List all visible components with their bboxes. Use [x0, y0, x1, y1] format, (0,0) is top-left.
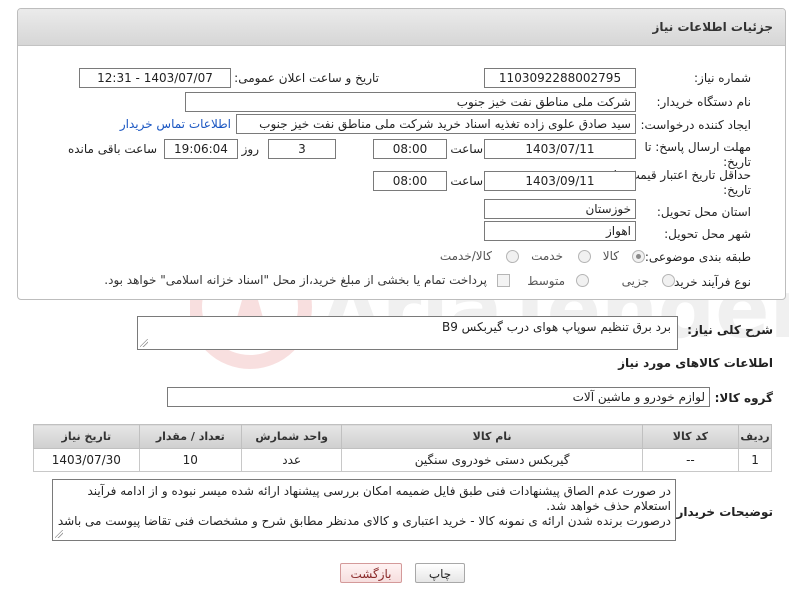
summary-text: برد برق تنظیم سوپاپ هوای درب گیربکس B9 [441, 320, 671, 334]
process-medium-label: متوسط [527, 274, 565, 288]
col-date: تاریخ نیاز [33, 424, 140, 449]
back-button[interactable]: بازگشت [340, 563, 402, 583]
buyer-label: نام دستگاه خریدار: [656, 95, 752, 109]
process-minor-label: جزیی [621, 274, 649, 288]
print-button[interactable]: چاپ [415, 563, 465, 583]
category-radio-goods-service[interactable] [506, 250, 519, 263]
goods-table: ردیف کد کالا نام کالا واحد شمارش تعداد /… [33, 424, 772, 472]
announce-label: تاریخ و ساعت اعلان عمومی: [234, 71, 379, 85]
buyer-notes-line-2: استعلام حذف خواهد شد. [546, 499, 671, 513]
buyer-notes-label: توضیحات خریدار: [671, 505, 773, 519]
creator-field: سید صادق علوی زاده تغذیه اسناد خرید شرکت… [236, 114, 636, 134]
city-label: شهر محل تحویل: [664, 227, 751, 241]
buyer-field: شرکت ملی مناطق نفت خیز جنوب [185, 92, 636, 112]
summary-label: شرح کلی نیاز: [687, 323, 773, 337]
summary-textarea[interactable]: برد برق تنظیم سوپاپ هوای درب گیربکس B9 [137, 316, 678, 350]
buyer-notes-line-3: درصورت برنده شدن ارائه ی نمونه کالا - خر… [57, 514, 671, 528]
buyer-notes-line-1: در صورت عدم الصاق پیشنهادات فنی طبق فایل… [87, 484, 671, 498]
creator-label: ایجاد کننده درخواست: [640, 118, 751, 132]
need-number-label: شماره نیاز: [694, 71, 751, 85]
deadline-label: مهلت ارسال پاسخ: تا [644, 140, 751, 154]
time-remaining-label: ساعت باقی مانده [67, 142, 157, 156]
col-code: کد کالا [641, 424, 740, 449]
goods-section-title: اطلاعات کالاهای مورد نیاز [618, 356, 773, 370]
cell-name: گیربکس دستی خودروی سنگین [341, 448, 643, 472]
category-goods-label: کالا [602, 249, 619, 263]
city-field: اهواز [484, 221, 636, 241]
cell-date: 1403/07/30 [33, 448, 140, 472]
col-unit: واحد شمارش [240, 424, 343, 449]
category-service-label: خدمت [531, 249, 563, 263]
category-radio-goods[interactable] [632, 250, 645, 263]
province-field: خوزستان [484, 199, 636, 219]
validity-time-field: 08:00 [373, 171, 447, 191]
deadline-time-field: 08:00 [373, 139, 447, 159]
deadline-date-field: 1403/07/11 [484, 139, 636, 159]
province-label: استان محل تحویل: [656, 205, 751, 219]
goods-group-label: گروه کالا: [714, 391, 773, 405]
validity-date-field: 1403/09/11 [484, 171, 636, 191]
buyer-notes-textarea[interactable]: در صورت عدم الصاق پیشنهادات فنی طبق فایل… [52, 479, 676, 541]
cell-qty: 10 [138, 448, 242, 472]
buyer-contact-link[interactable]: اطلاعات تماس خریدار [120, 117, 231, 131]
category-label: طبقه بندی موضوعی: [644, 250, 751, 264]
col-row: ردیف [738, 424, 772, 449]
treasury-payment-note: پرداخت تمام یا بخشی از مبلغ خرید،از محل … [104, 273, 487, 287]
goods-table-header: ردیف کد کالا نام کالا واحد شمارش تعداد /… [33, 424, 772, 449]
resize-grip-icon[interactable] [140, 339, 148, 347]
col-name: نام کالا [341, 424, 643, 449]
table-row: 1 -- گیربکس دستی خودروی سنگین عدد 10 140… [33, 448, 772, 472]
days-remaining-field: 3 [268, 139, 336, 159]
process-radio-minor[interactable] [662, 274, 675, 287]
deadline-label-date: تاریخ: [723, 155, 751, 169]
need-number-field: 1103092288002795 [484, 68, 636, 88]
process-label: نوع فرآیند خرید : [666, 275, 751, 289]
time-remaining-field: 19:06:04 [164, 139, 238, 159]
deadline-time-label: ساعت [450, 142, 483, 156]
goods-group-field: لوازم خودرو و ماشین آلات [167, 387, 710, 407]
col-qty: تعداد / مقدار [138, 424, 242, 449]
panel-title: جزئیات اطلاعات نیاز [652, 20, 773, 34]
resize-grip-icon[interactable] [55, 530, 63, 538]
category-goods-service-label: کالا/خدمت [439, 249, 492, 263]
panel-header: جزئیات اطلاعات نیاز [18, 9, 785, 46]
validity-time-label: ساعت [450, 174, 483, 188]
cell-row: 1 [738, 448, 772, 472]
cell-unit: عدد [240, 448, 343, 472]
process-radio-medium[interactable] [576, 274, 589, 287]
category-radio-service[interactable] [578, 250, 591, 263]
announce-datetime-field: 1403/07/07 - 12:31 [79, 68, 231, 88]
cell-code: -- [641, 448, 740, 472]
validity-label-date: تاریخ: [723, 183, 751, 197]
treasury-payment-checkbox[interactable] [497, 274, 510, 287]
